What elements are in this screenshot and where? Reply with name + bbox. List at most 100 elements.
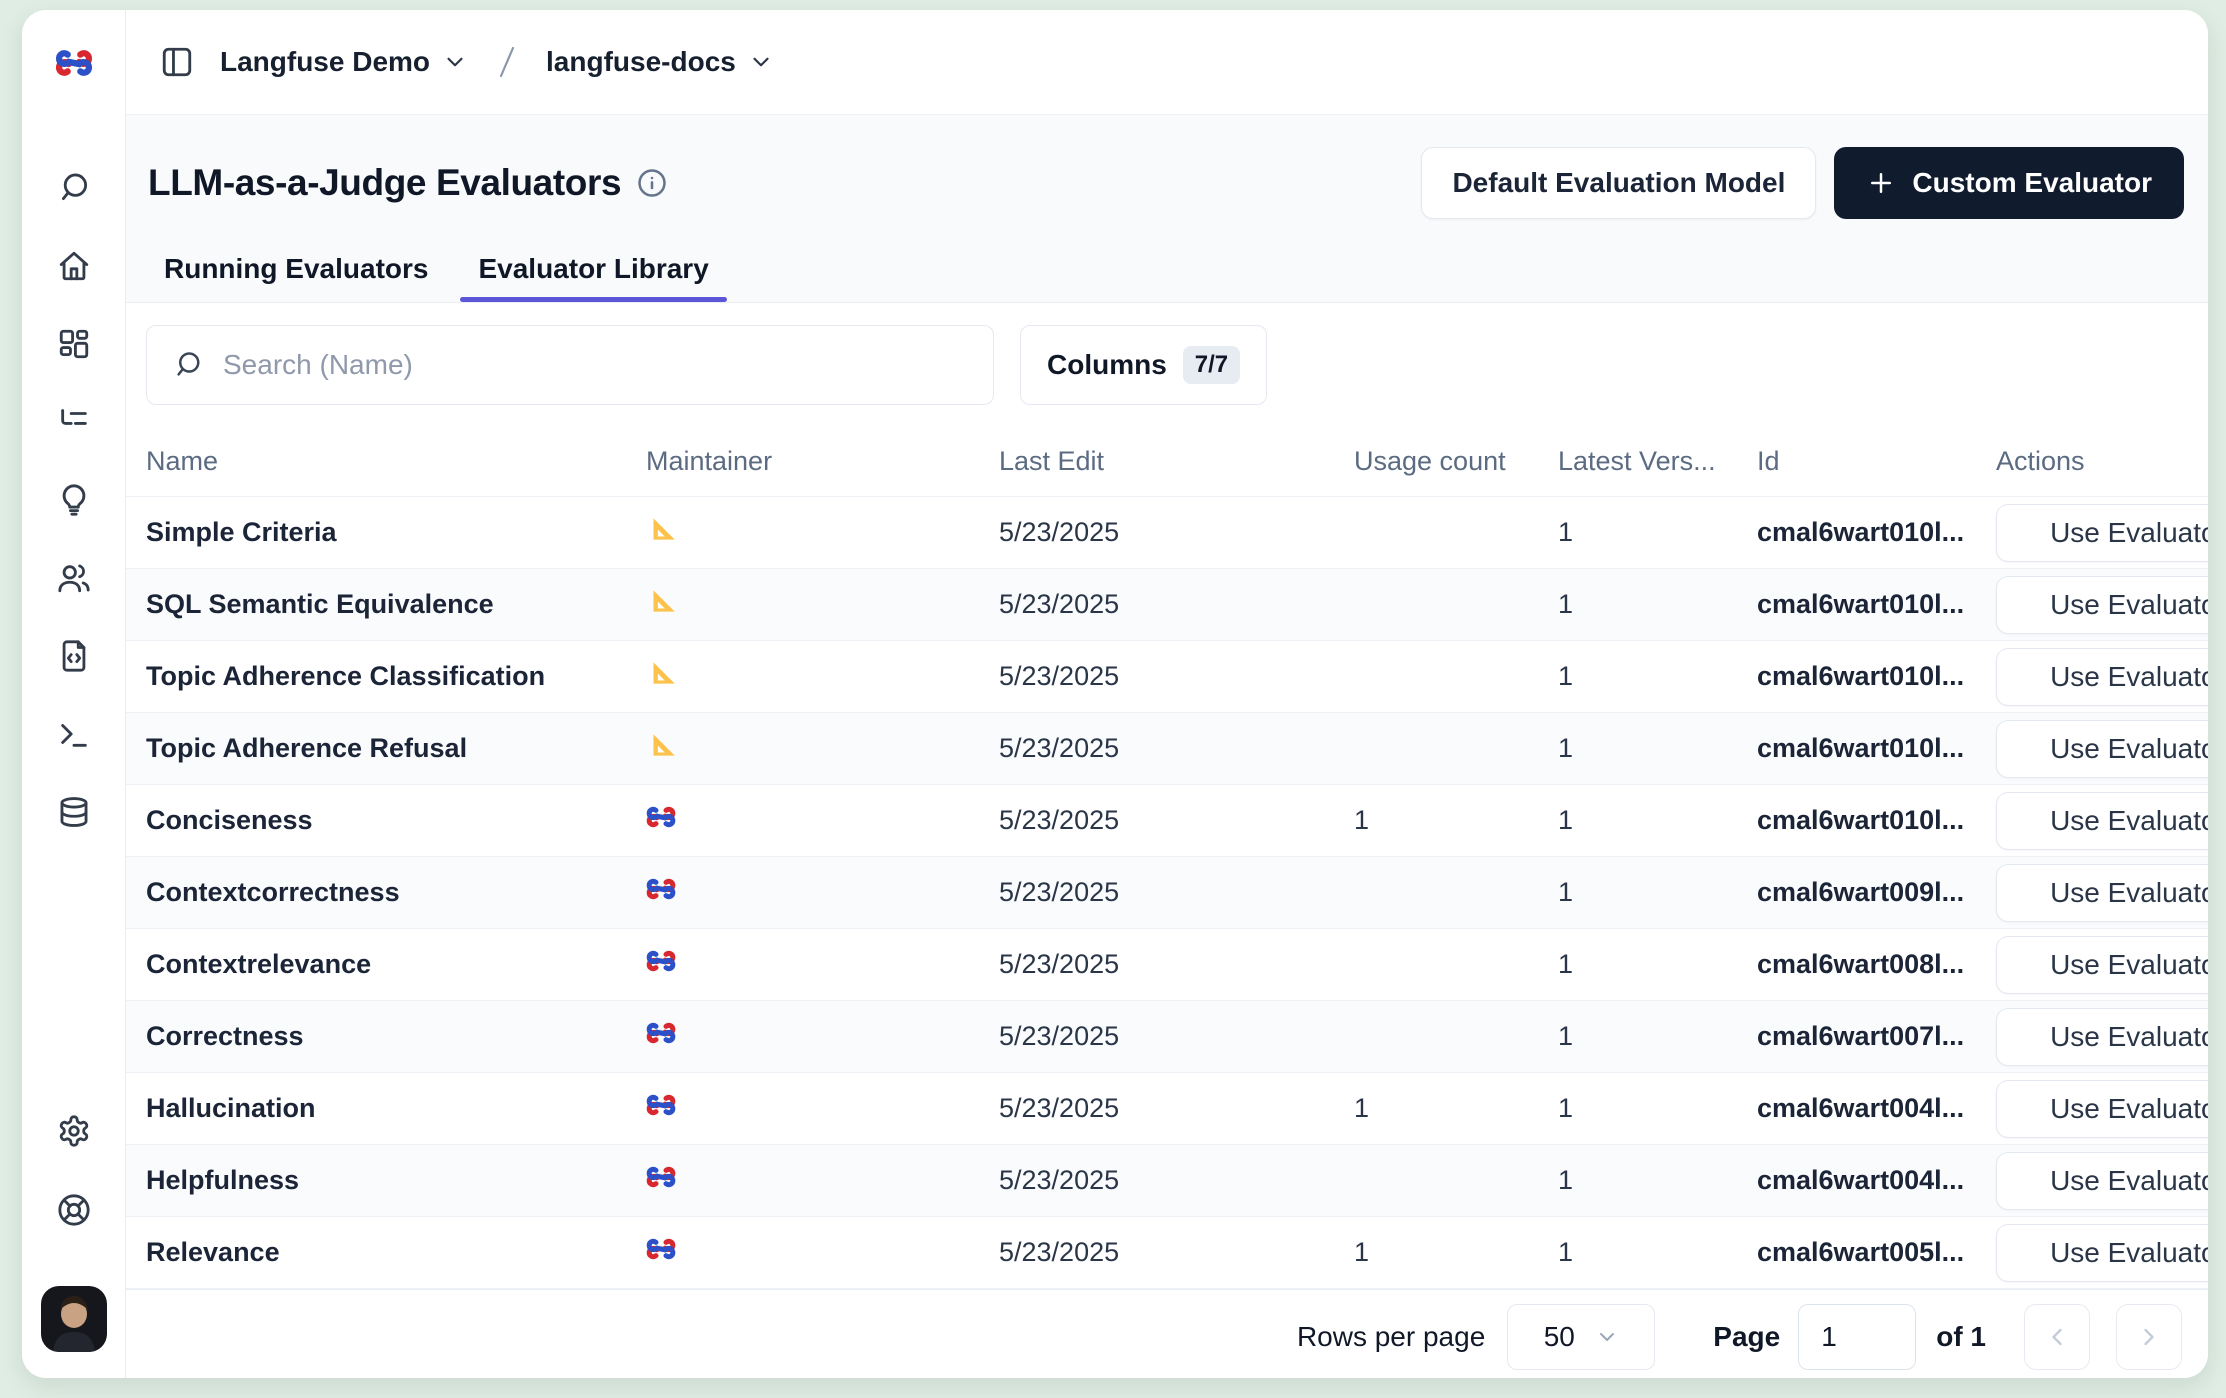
datasets-file-code-icon[interactable] [57,639,91,673]
last-edit-value: 5/23/2025 [999,949,1354,980]
use-evaluator-button[interactable]: Use Evaluator [1996,720,2208,778]
user-avatar[interactable] [41,1286,107,1352]
last-edit-value: 5/23/2025 [999,661,1354,692]
langfuse-logo[interactable] [22,10,125,115]
table-body: Simple Criteria 5/23/2025 1 cmal6wart010… [126,497,2208,1289]
search-icon [173,350,203,380]
default-evaluation-model-button[interactable]: Default Evaluation Model [1421,147,1816,219]
column-header-latest-version[interactable]: Latest Vers... [1558,446,1757,477]
rows-per-page-select[interactable]: 50 [1507,1304,1655,1370]
latest-version-value: 1 [1558,517,1757,548]
project-selector[interactable]: langfuse-docs [546,46,774,78]
maintainer-cell [646,1234,999,1271]
use-evaluator-button[interactable]: Use Evaluator [1996,648,2208,706]
sidebar-toggle-icon[interactable] [160,45,194,79]
maintainer-cell [646,658,999,695]
table-row[interactable]: Hallucination 5/23/2025 1 1 cmal6wart004… [126,1073,2208,1145]
last-edit-value: 5/23/2025 [999,589,1354,620]
use-evaluator-button[interactable]: Use Evaluator [1996,864,2208,922]
tab-evaluator-library[interactable]: Evaluator Library [478,253,708,302]
table-row[interactable]: Helpfulness 5/23/2025 1 cmal6wart004l...… [126,1145,2208,1217]
use-evaluator-button[interactable]: Use Evaluator [1996,504,2208,562]
users-icon[interactable] [57,561,91,595]
usage-count-value: 1 [1354,805,1558,836]
langfuse-maintainer-icon [646,802,676,832]
table-row[interactable]: Topic Adherence Classification 5/23/2025… [126,641,2208,713]
page-header: LLM-as-a-Judge Evaluators Default Evalua… [126,115,2208,303]
use-evaluator-button[interactable]: Use Evaluator [1996,576,2208,634]
table-row[interactable]: Contextrelevance 5/23/2025 1 cmal6wart00… [126,929,2208,1001]
home-icon[interactable] [57,249,91,283]
maintainer-cell [646,802,999,839]
search-icon[interactable] [57,171,91,205]
pagination-footer: Rows per page 50 Page of 1 [126,1289,2208,1378]
evaluator-name: Conciseness [146,805,646,836]
use-evaluator-button[interactable]: Use Evaluator [1996,792,2208,850]
maintainer-cell [646,586,999,623]
dashboard-icon[interactable] [57,327,91,361]
use-evaluator-button[interactable]: Use Evaluator [1996,1080,2208,1138]
next-page-button[interactable] [2116,1304,2182,1370]
chevron-right-icon [2135,1323,2163,1351]
prompts-lightbulb-icon[interactable] [57,483,91,517]
ragas-maintainer-icon [646,658,676,688]
sidebar-nav [57,171,91,829]
tab-running-evaluators[interactable]: Running Evaluators [164,253,428,302]
latest-version-value: 1 [1558,733,1757,764]
column-header-id[interactable]: Id [1757,446,1996,477]
evaluator-id-value: cmal6wart004l... [1757,1165,1996,1196]
search-input[interactable] [223,349,967,381]
table-row[interactable]: Contextcorrectness 5/23/2025 1 cmal6wart… [126,857,2208,929]
table-row[interactable]: Topic Adherence Refusal 5/23/2025 1 cmal… [126,713,2208,785]
page-number-input[interactable] [1821,1321,1901,1353]
evaluator-id-value: cmal6wart009l... [1757,877,1996,908]
langfuse-maintainer-icon [646,1234,676,1264]
evaluator-id-value: cmal6wart010l... [1757,661,1996,692]
evaluator-name: Simple Criteria [146,517,646,548]
database-icon[interactable] [57,795,91,829]
evaluators-table: Name Maintainer Last Edit Usage count La… [126,427,2208,1378]
custom-evaluator-button[interactable]: Custom Evaluator [1834,147,2184,219]
chevron-left-icon [2043,1323,2071,1351]
tracing-tree-icon[interactable] [57,405,91,439]
evaluator-name: Topic Adherence Classification [146,661,646,692]
latest-version-value: 1 [1558,1093,1757,1124]
column-header-usage-count[interactable]: Usage count [1354,446,1558,477]
column-header-last-edit[interactable]: Last Edit [999,446,1354,477]
latest-version-value: 1 [1558,877,1757,908]
columns-button[interactable]: Columns 7/7 [1020,325,1267,405]
maintainer-cell [646,1090,999,1127]
use-evaluator-button[interactable]: Use Evaluator [1996,1152,2208,1210]
column-header-actions: Actions [1996,446,2208,477]
chevron-down-icon [748,49,774,75]
evaluator-name: Correctness [146,1021,646,1052]
org-selector[interactable]: Langfuse Demo [220,46,468,78]
org-name: Langfuse Demo [220,46,430,78]
project-name: langfuse-docs [546,46,736,78]
ragas-maintainer-icon [646,514,676,544]
column-header-maintainer[interactable]: Maintainer [646,446,999,477]
latest-version-value: 1 [1558,1237,1757,1268]
page-title: LLM-as-a-Judge Evaluators [148,162,621,204]
page-number-field [1798,1304,1916,1370]
evaluator-id-value: cmal6wart004l... [1757,1093,1996,1124]
table-row[interactable]: Relevance 5/23/2025 1 1 cmal6wart005l...… [126,1217,2208,1289]
use-evaluator-button[interactable]: Use Evaluator [1996,936,2208,994]
info-icon[interactable] [637,168,667,198]
column-header-name[interactable]: Name [146,446,646,477]
playground-terminal-icon[interactable] [57,717,91,751]
use-evaluator-button[interactable]: Use Evaluator [1996,1008,2208,1066]
table-row[interactable]: SQL Semantic Equivalence 5/23/2025 1 cma… [126,569,2208,641]
evaluator-id-value: cmal6wart008l... [1757,949,1996,980]
maintainer-cell [646,730,999,767]
use-evaluator-button[interactable]: Use Evaluator [1996,1224,2208,1282]
previous-page-button[interactable] [2024,1304,2090,1370]
table-row[interactable]: Conciseness 5/23/2025 1 1 cmal6wart010l.… [126,785,2208,857]
main-area: Langfuse Demo langfuse-docs LLM-as-a-Jud… [126,10,2208,1378]
settings-gear-icon[interactable] [57,1114,91,1148]
last-edit-value: 5/23/2025 [999,805,1354,836]
table-row[interactable]: Correctness 5/23/2025 1 cmal6wart007l...… [126,1001,2208,1073]
support-lifebuoy-icon[interactable] [57,1193,91,1227]
table-row[interactable]: Simple Criteria 5/23/2025 1 cmal6wart010… [126,497,2208,569]
langfuse-maintainer-icon [646,1162,676,1192]
